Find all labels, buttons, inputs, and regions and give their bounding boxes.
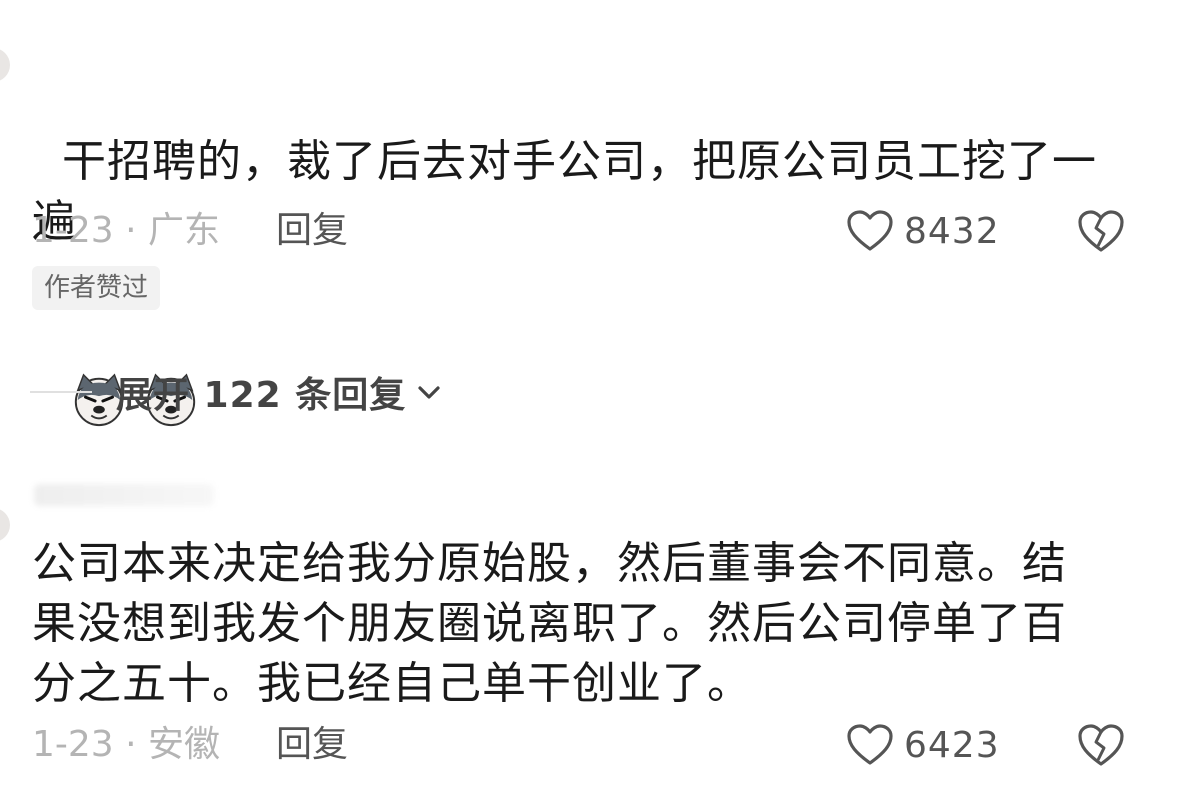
comment-text: 公司本来决定给我分原始股，然后董事会不同意。结 果没想到我发个朋友圈说离职了。然… — [32, 538, 1067, 709]
username-blurred — [34, 484, 214, 506]
broken-heart-icon[interactable] — [1076, 208, 1126, 254]
broken-heart-icon[interactable] — [1076, 722, 1126, 768]
author-liked-badge: 作者赞过 — [32, 266, 161, 310]
like-count: 8432 — [904, 210, 1000, 252]
heart-icon — [847, 210, 893, 251]
heart-icon — [847, 724, 893, 765]
avatar[interactable] — [0, 508, 10, 542]
like-button[interactable]: 8432 — [846, 206, 1000, 256]
reply-button[interactable]: 回复 — [276, 206, 348, 256]
comment-meta: 1-23 · 安徽 — [32, 724, 221, 765]
expand-replies-button[interactable]: 展开 122 条回复 — [30, 362, 444, 422]
like-count: 6423 — [904, 724, 1000, 766]
expand-replies-label: 展开 122 条回复 — [116, 375, 407, 416]
chevron-down-icon — [418, 386, 440, 399]
comment-meta: 1-23 · 广东 — [32, 210, 221, 251]
reply-button[interactable]: 回复 — [276, 720, 348, 770]
divider-line — [30, 391, 92, 393]
comment-text: 干招聘的，裁了后去对手公司，把原公司员工挖了一 遍 — [32, 72, 1132, 427]
avatar[interactable] — [0, 48, 10, 82]
like-button[interactable]: 6423 — [846, 720, 1000, 770]
